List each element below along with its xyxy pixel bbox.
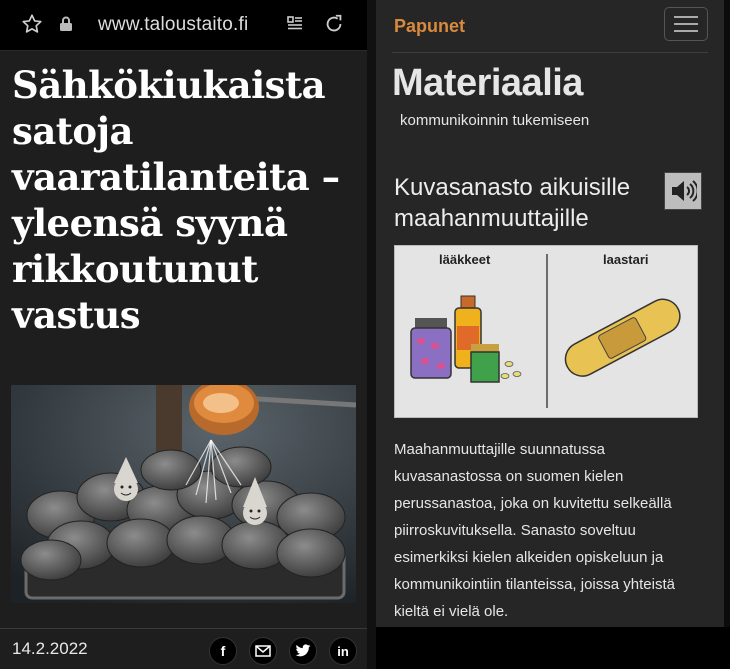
reader-mode-icon[interactable] <box>284 13 306 35</box>
url-text[interactable]: www.taloustaito.fi <box>98 14 248 36</box>
star-icon[interactable] <box>21 13 43 35</box>
screen-edge <box>724 0 730 627</box>
brand-logo-text[interactable]: Papunet <box>394 16 465 37</box>
lock-icon <box>55 13 77 35</box>
vocabulary-illustration: lääkkeet laastari <box>394 245 698 418</box>
right-phone-screen: Papunet Materiaalia kommunikoinnin tukem… <box>376 0 724 627</box>
mail-icon[interactable] <box>249 637 277 665</box>
left-phone-screen: www.taloustaito.fi Sähkökiukaista satoja… <box>0 0 367 669</box>
speaker-icon[interactable] <box>664 172 702 210</box>
card-title[interactable]: Kuvasanasto aikuisille maahanmuuttajille <box>394 172 674 234</box>
page-subtitle: kommunikoinnin tukemiseen <box>400 112 590 129</box>
browser-address-bar: www.taloustaito.fi <box>0 0 367 51</box>
page-title: Materiaalia <box>392 62 583 104</box>
article-footer: 14.2.2022 f in <box>0 628 367 669</box>
twitter-icon[interactable] <box>289 637 317 665</box>
linkedin-icon[interactable]: in <box>329 637 357 665</box>
menu-icon[interactable] <box>664 7 708 41</box>
header-divider <box>392 52 708 53</box>
article-headline: Sähkökiukaista satoja vaaratilanteita – … <box>12 63 340 337</box>
facebook-icon[interactable]: f <box>209 637 237 665</box>
article-date: 14.2.2022 <box>12 639 88 658</box>
card-description: Maahanmuuttajille suunnatussa kuvasanast… <box>394 441 675 620</box>
article-photo-sauna-stove <box>11 385 356 603</box>
reload-icon[interactable] <box>323 13 345 35</box>
right-bottom-bar <box>376 627 730 669</box>
